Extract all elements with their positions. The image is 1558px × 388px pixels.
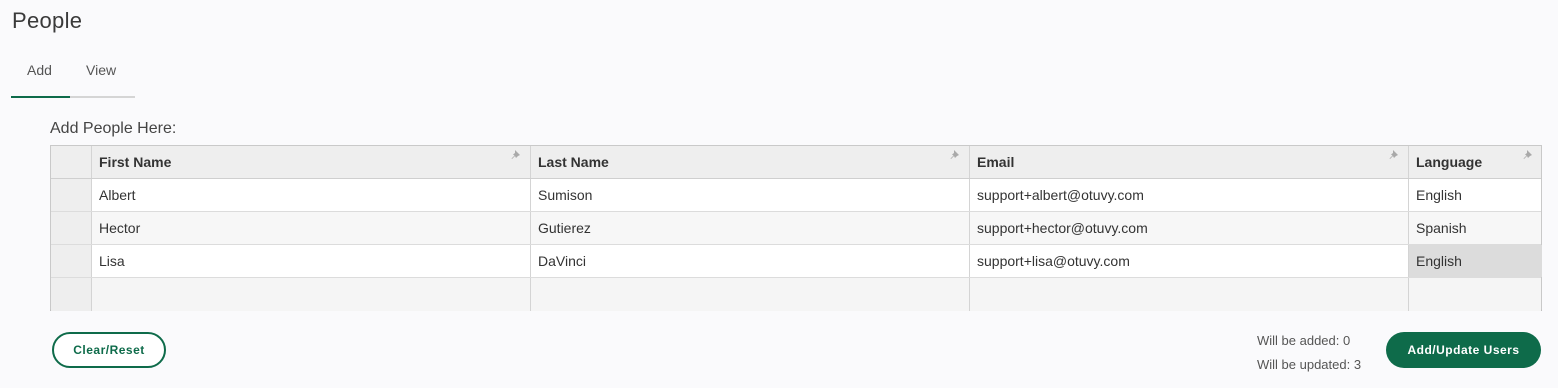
tab-bar: Add View	[11, 58, 135, 98]
grid-cell-language[interactable]: English	[1409, 179, 1542, 211]
table-row: Lisa DaVinci support+lisa@otuvy.com Engl…	[51, 245, 1542, 278]
pin-icon[interactable]	[510, 149, 522, 161]
active-tab-indicator	[11, 96, 70, 98]
column-header-label: Last Name	[538, 154, 609, 170]
column-header-label: Email	[977, 154, 1015, 170]
grid-cell-first-name[interactable]: Albert	[92, 179, 531, 211]
tab-add[interactable]: Add	[27, 62, 52, 78]
tab-view[interactable]: View	[86, 62, 116, 78]
will-be-added-count: Will be added: 0	[1257, 333, 1351, 348]
clear-reset-button[interactable]: Clear/Reset	[52, 332, 166, 368]
grid-cell-last-name[interactable]: DaVinci	[531, 245, 970, 277]
table-row-empty	[51, 278, 1541, 311]
grid-cell-first-name[interactable]: Hector	[92, 212, 531, 244]
grid-cell-language[interactable]: Spanish	[1409, 212, 1542, 244]
row-header-corner	[51, 146, 92, 178]
grid-cell-language-selected[interactable]: English	[1409, 245, 1542, 277]
column-header-first-name[interactable]: First Name	[92, 146, 531, 178]
column-header-last-name[interactable]: Last Name	[531, 146, 970, 178]
column-header-label: Language	[1416, 154, 1483, 170]
grid-header-row: First Name Last Name Email Language	[51, 146, 1541, 179]
grid-cell-first-name[interactable]: Lisa	[92, 245, 531, 277]
grid-cell-last-name[interactable]	[531, 278, 970, 311]
grid-cell-email[interactable]: support+albert@otuvy.com	[970, 179, 1409, 211]
grid-cell-last-name[interactable]: Gutierez	[531, 212, 970, 244]
table-row: Hector Gutierez support+hector@otuvy.com…	[51, 212, 1541, 245]
pin-icon[interactable]	[1522, 149, 1534, 161]
add-update-users-button[interactable]: Add/Update Users	[1386, 332, 1541, 368]
grid-cell-email[interactable]: support+lisa@otuvy.com	[970, 245, 1409, 277]
column-header-language[interactable]: Language	[1409, 146, 1542, 178]
grid-cell-language[interactable]	[1409, 278, 1542, 311]
grid-cell-first-name[interactable]	[92, 278, 531, 311]
pin-icon[interactable]	[949, 149, 961, 161]
people-grid: First Name Last Name Email Language Albe…	[50, 145, 1542, 311]
grid-cell-last-name[interactable]: Sumison	[531, 179, 970, 211]
will-be-updated-count: Will be updated: 3	[1257, 357, 1362, 372]
page-title: People	[12, 8, 83, 33]
column-header-label: First Name	[99, 154, 172, 170]
table-row: Albert Sumison support+albert@otuvy.com …	[51, 179, 1541, 212]
row-header[interactable]	[51, 179, 92, 211]
row-header[interactable]	[51, 245, 92, 277]
grid-cell-email[interactable]	[970, 278, 1409, 311]
row-header[interactable]	[51, 278, 92, 311]
column-header-email[interactable]: Email	[970, 146, 1409, 178]
section-label: Add People Here:	[50, 120, 177, 137]
row-header[interactable]	[51, 212, 92, 244]
pin-icon[interactable]	[1388, 149, 1400, 161]
grid-cell-email[interactable]: support+hector@otuvy.com	[970, 212, 1409, 244]
